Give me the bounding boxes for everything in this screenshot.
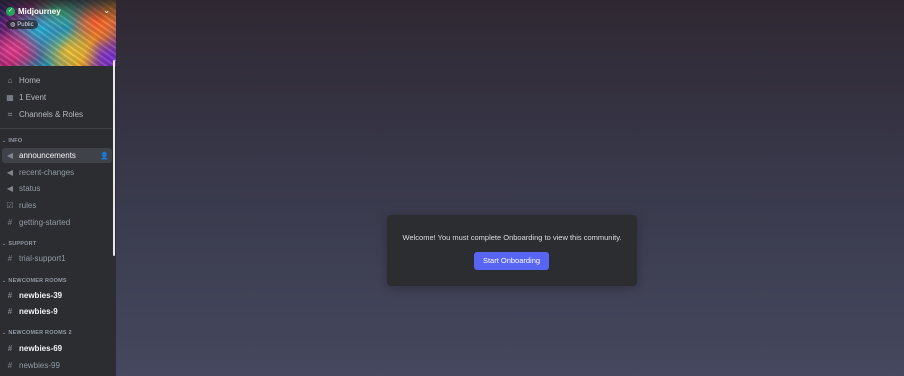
nav-home[interactable]: ⌂ Home: [2, 72, 112, 89]
megaphone-icon: ◀: [6, 184, 14, 193]
start-onboarding-button[interactable]: Start Onboarding: [474, 252, 549, 270]
channel-getting-started[interactable]: # getting-started: [2, 215, 112, 230]
server-nav: ⌂ Home ▦ 1 Event ⌗ Channels & Roles: [2, 72, 112, 123]
category-newcomer-rooms[interactable]: ⌄ NEWCOMER ROOMS: [2, 278, 67, 284]
channel-newbies-69[interactable]: # newbies-69: [2, 341, 112, 356]
megaphone-icon: ◀: [6, 168, 14, 177]
public-badge: ◍ Public: [6, 20, 38, 29]
channel-rules[interactable]: ☑ rules: [2, 198, 112, 213]
thread-hashtag-icon: #: [7, 291, 13, 300]
megaphone-icon: ◀: [6, 151, 14, 160]
globe-icon: ◍: [10, 22, 16, 28]
thread-hashtag-icon: #: [7, 307, 13, 316]
chevron-down-icon[interactable]: ⌄: [103, 6, 110, 15]
channel-label: rules: [19, 201, 37, 210]
calendar-icon: ▦: [6, 93, 14, 102]
channel-label: recent-changes: [19, 168, 75, 177]
chevron-down-icon: ⌄: [2, 278, 7, 284]
category-support-label: SUPPORT: [8, 241, 37, 247]
channel-label: trial-support1: [19, 254, 66, 263]
channel-label: newbies-69: [19, 344, 63, 353]
channel-label: getting-started: [19, 218, 71, 227]
channel-label: status: [19, 184, 41, 193]
channel-label: newbies-99: [19, 361, 60, 370]
channels-roles-icon: ⌗: [7, 109, 13, 119]
add-member-icon[interactable]: 👤: [100, 152, 109, 160]
channel-newbies-9[interactable]: # newbies-9: [2, 304, 112, 319]
main-content: Welcome! You must complete Onboarding to…: [116, 0, 904, 376]
category-newcomer-label: NEWCOMER ROOMS: [8, 278, 67, 284]
onboarding-message: Welcome! You must complete Onboarding to…: [402, 233, 622, 242]
channel-announcements[interactable]: ◀ announcements 👤: [2, 148, 112, 163]
server-title: Midjourney: [18, 7, 61, 16]
nav-channels-roles[interactable]: ⌗ Channels & Roles: [2, 106, 112, 123]
nav-home-label: Home: [19, 76, 41, 85]
sidebar-divider: [0, 128, 112, 129]
home-icon: ⌂: [7, 76, 13, 85]
channel-newbies-39[interactable]: # newbies-39: [2, 288, 112, 303]
server-sidebar: ✓ Midjourney ⌄ ◍ Public ⌂ Home ▦ 1 Event…: [0, 0, 116, 376]
channel-trial-support1[interactable]: # trial-support1: [2, 251, 112, 266]
chevron-down-icon: ⌄: [2, 330, 7, 336]
thread-hashtag-icon: #: [7, 344, 13, 353]
sidebar-scrollbar[interactable]: [113, 60, 115, 256]
category-newcomer2-label: NEWCOMER ROOMS 2: [8, 330, 72, 336]
channel-status[interactable]: ◀ status: [2, 181, 112, 196]
category-newcomer-rooms-2[interactable]: ⌄ NEWCOMER ROOMS 2: [2, 330, 72, 336]
hashtag-icon: #: [7, 218, 13, 227]
channel-label: newbies-39: [19, 291, 63, 300]
nav-channels-roles-label: Channels & Roles: [19, 110, 84, 119]
channel-label: announcements: [19, 151, 76, 160]
onboarding-prompt: Welcome! You must complete Onboarding to…: [387, 215, 637, 286]
server-banner[interactable]: ✓ Midjourney ⌄ ◍ Public: [0, 0, 116, 66]
hashtag-icon: #: [7, 254, 13, 263]
category-support[interactable]: ⌄ SUPPORT: [2, 241, 36, 247]
category-info[interactable]: ⌄ INFO: [2, 138, 22, 144]
public-badge-label: Public: [17, 21, 34, 28]
channel-recent-changes[interactable]: ◀ recent-changes: [2, 165, 112, 180]
category-info-label: INFO: [8, 138, 23, 144]
verified-icon: ✓: [6, 7, 15, 16]
server-header[interactable]: ✓ Midjourney: [6, 7, 61, 16]
chevron-down-icon: ⌄: [2, 241, 7, 247]
channel-label: newbies-9: [19, 307, 58, 316]
chevron-down-icon: ⌄: [2, 138, 7, 144]
rules-icon: ☑: [6, 201, 14, 210]
thread-hashtag-icon: #: [7, 361, 13, 370]
nav-events[interactable]: ▦ 1 Event: [2, 89, 112, 106]
nav-events-label: 1 Event: [19, 93, 47, 102]
channel-newbies-99[interactable]: # newbies-99: [2, 358, 112, 373]
